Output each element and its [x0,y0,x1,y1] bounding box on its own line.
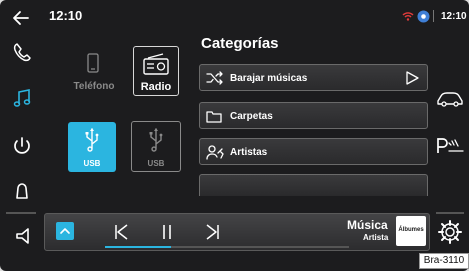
progress-fill [105,246,171,248]
categories-title: Categorías [201,35,279,52]
category-more[interactable] [199,174,428,196]
left-rail [0,0,44,271]
phone-source-label: Teléfono [73,81,115,92]
track-title: Música [347,218,388,232]
image-reference-tag: Bra-3110 [419,253,469,269]
usb-source-label: USB [83,159,101,168]
chevron-up-icon [60,228,70,234]
park-assist-icon[interactable] [435,136,465,156]
phone-source-tile[interactable]: Teléfono [69,45,119,97]
radio-icon [143,53,169,75]
previous-track-icon[interactable] [113,223,129,241]
progress-track[interactable] [105,246,349,248]
phone-icon[interactable] [8,38,36,66]
settings-gear-icon[interactable] [437,219,463,245]
artist-icon [206,145,224,160]
category-artists[interactable]: Artistas [199,138,428,165]
next-track-icon[interactable] [205,223,221,241]
usb-source-label-2: USB [147,159,165,168]
category-folders-label: Carpetas [230,111,273,122]
notification-icon[interactable] [8,178,36,206]
usb-icon [85,128,99,152]
category-shuffle[interactable]: Barajar músicas [199,64,428,91]
back-icon[interactable] [8,4,36,32]
media-player-bar: Música Artista Álbumes [44,213,430,251]
location-icon [417,10,430,22]
usb-icon [149,128,163,152]
pause-icon[interactable] [159,223,175,241]
track-artist: Artista [363,233,389,242]
power-icon[interactable] [8,132,36,160]
wifi-icon [402,12,414,21]
usb-source-tile-2[interactable]: USB [131,121,181,172]
category-artists-label: Artistas [230,147,268,158]
right-rail [430,0,469,271]
album-art-label: Álbumes [398,227,424,233]
usb-source-tile-active[interactable]: USB [68,122,116,172]
category-shuffle-label: Barajar músicas [230,73,308,84]
infotainment-screen: 12:10 12:10 Teléfono Radio USB USB Categ… [0,0,469,271]
category-folders[interactable]: Carpetas [199,102,428,129]
radio-source-label: Radio [140,81,172,93]
expand-player-button[interactable] [56,222,74,240]
smartphone-icon [87,53,99,73]
rail-divider [6,212,36,214]
folder-icon [206,111,222,123]
right-rail-divider [436,212,464,214]
album-art[interactable]: Álbumes [396,216,426,246]
shuffle-icon [206,71,223,85]
music-icon[interactable] [8,84,36,112]
car-icon[interactable] [436,88,464,108]
clock: 12:10 [49,8,83,23]
volume-icon[interactable] [8,222,36,250]
play-icon[interactable] [404,70,420,86]
radio-source-tile[interactable]: Radio [133,46,179,96]
